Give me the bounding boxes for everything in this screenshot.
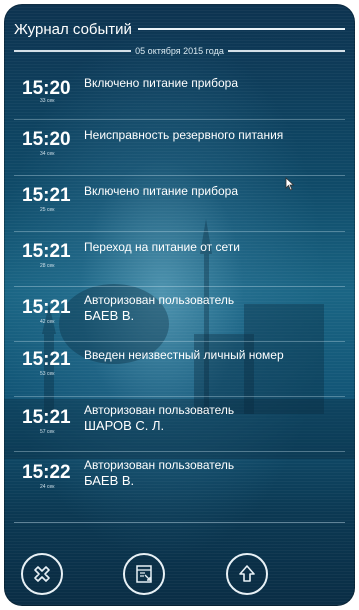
header-divider bbox=[137, 28, 345, 30]
event-message-line1: Авторизован пользователь bbox=[84, 403, 235, 417]
event-time: 15:20 bbox=[22, 78, 71, 99]
event-message: Авторизован пользователь ШАРОВ С. Л. bbox=[84, 403, 234, 434]
event-item[interactable]: 15:21 53 сек Введен неизвестный личный н… bbox=[14, 342, 345, 397]
event-message: Переход на питание от сети bbox=[84, 240, 240, 255]
event-message-line1: Авторизован пользователь bbox=[84, 293, 235, 307]
event-time: 15:21 bbox=[22, 349, 71, 370]
event-log-screen: Журнал событий 05 октября 2015 года 15:2… bbox=[4, 4, 355, 606]
event-message: Введен неизвестный личный номер bbox=[84, 348, 284, 363]
event-item[interactable]: 15:20 33 сек Включено питание прибора bbox=[14, 64, 345, 120]
event-seconds: 53 сек bbox=[40, 371, 55, 377]
event-seconds: 42 сек bbox=[40, 319, 55, 325]
event-item[interactable]: 15:20 34 сек Неисправность резервного пи… bbox=[14, 120, 345, 176]
event-item[interactable]: 15:21 25 сек Включено питание прибора bbox=[14, 176, 345, 232]
event-message-line1: Авторизован пользователь bbox=[84, 458, 235, 472]
event-message-line1: Неисправность резервного питания bbox=[84, 128, 284, 142]
close-button[interactable] bbox=[21, 553, 63, 595]
event-seconds: 25 сек bbox=[40, 207, 55, 213]
scroll-up-button[interactable] bbox=[226, 553, 268, 595]
event-message-line2: БАЕВ В. bbox=[84, 473, 135, 488]
event-message-line1: Переход на питание от сети bbox=[84, 240, 240, 254]
event-time: 15:21 bbox=[22, 407, 71, 428]
arrow-up-icon bbox=[239, 565, 255, 582]
event-item[interactable]: 15:21 42 сек Авторизован пользователь БА… bbox=[14, 287, 345, 342]
report-icon bbox=[136, 565, 152, 583]
event-message-line2: БАЕВ В. bbox=[84, 308, 135, 323]
event-message-line1: Введен неизвестный личный номер bbox=[84, 348, 284, 362]
report-button[interactable] bbox=[123, 553, 165, 595]
event-seconds: 34 сек bbox=[40, 151, 55, 157]
event-message: Включено питание прибора bbox=[84, 184, 238, 199]
page-title: Журнал событий bbox=[14, 20, 132, 38]
date-rule-right bbox=[227, 50, 345, 52]
event-message: Авторизован пользователь БАЕВ В. bbox=[84, 293, 234, 324]
date-separator: 05 октября 2015 года bbox=[14, 44, 345, 58]
event-seconds: 57 сек bbox=[40, 429, 55, 435]
log-header: Журнал событий bbox=[14, 18, 345, 40]
event-item[interactable]: 15:21 28 сек Переход на питание от сети bbox=[14, 232, 345, 287]
event-message: Авторизован пользователь БАЕВ В. bbox=[84, 458, 234, 489]
event-message: Неисправность резервного питания bbox=[84, 128, 283, 143]
event-message: Включено питание прибора bbox=[84, 76, 238, 91]
event-seconds: 28 сек bbox=[40, 263, 55, 269]
event-time: 15:21 bbox=[22, 297, 71, 318]
close-icon bbox=[34, 566, 50, 582]
event-time: 15:21 bbox=[22, 185, 71, 206]
event-item[interactable]: 15:22 24 сек Авторизован пользователь БА… bbox=[14, 452, 345, 512]
footer-divider bbox=[14, 522, 345, 523]
event-time: 15:21 bbox=[22, 241, 71, 262]
mouse-pointer-icon bbox=[285, 177, 295, 191]
event-seconds: 33 сек bbox=[40, 98, 55, 104]
date-rule-left bbox=[14, 50, 132, 52]
event-message-line1: Включено питание прибора bbox=[84, 76, 239, 90]
event-time: 15:22 bbox=[22, 462, 71, 483]
event-message-line1: Включено питание прибора bbox=[84, 184, 239, 198]
event-time: 15:20 bbox=[22, 129, 71, 150]
event-message-line2: ШАРОВ С. Л. bbox=[84, 418, 165, 433]
log-date: 05 октября 2015 года bbox=[135, 46, 224, 56]
event-seconds: 24 сек bbox=[40, 484, 55, 490]
event-item[interactable]: 15:21 57 сек Авторизован пользователь ША… bbox=[14, 397, 345, 452]
